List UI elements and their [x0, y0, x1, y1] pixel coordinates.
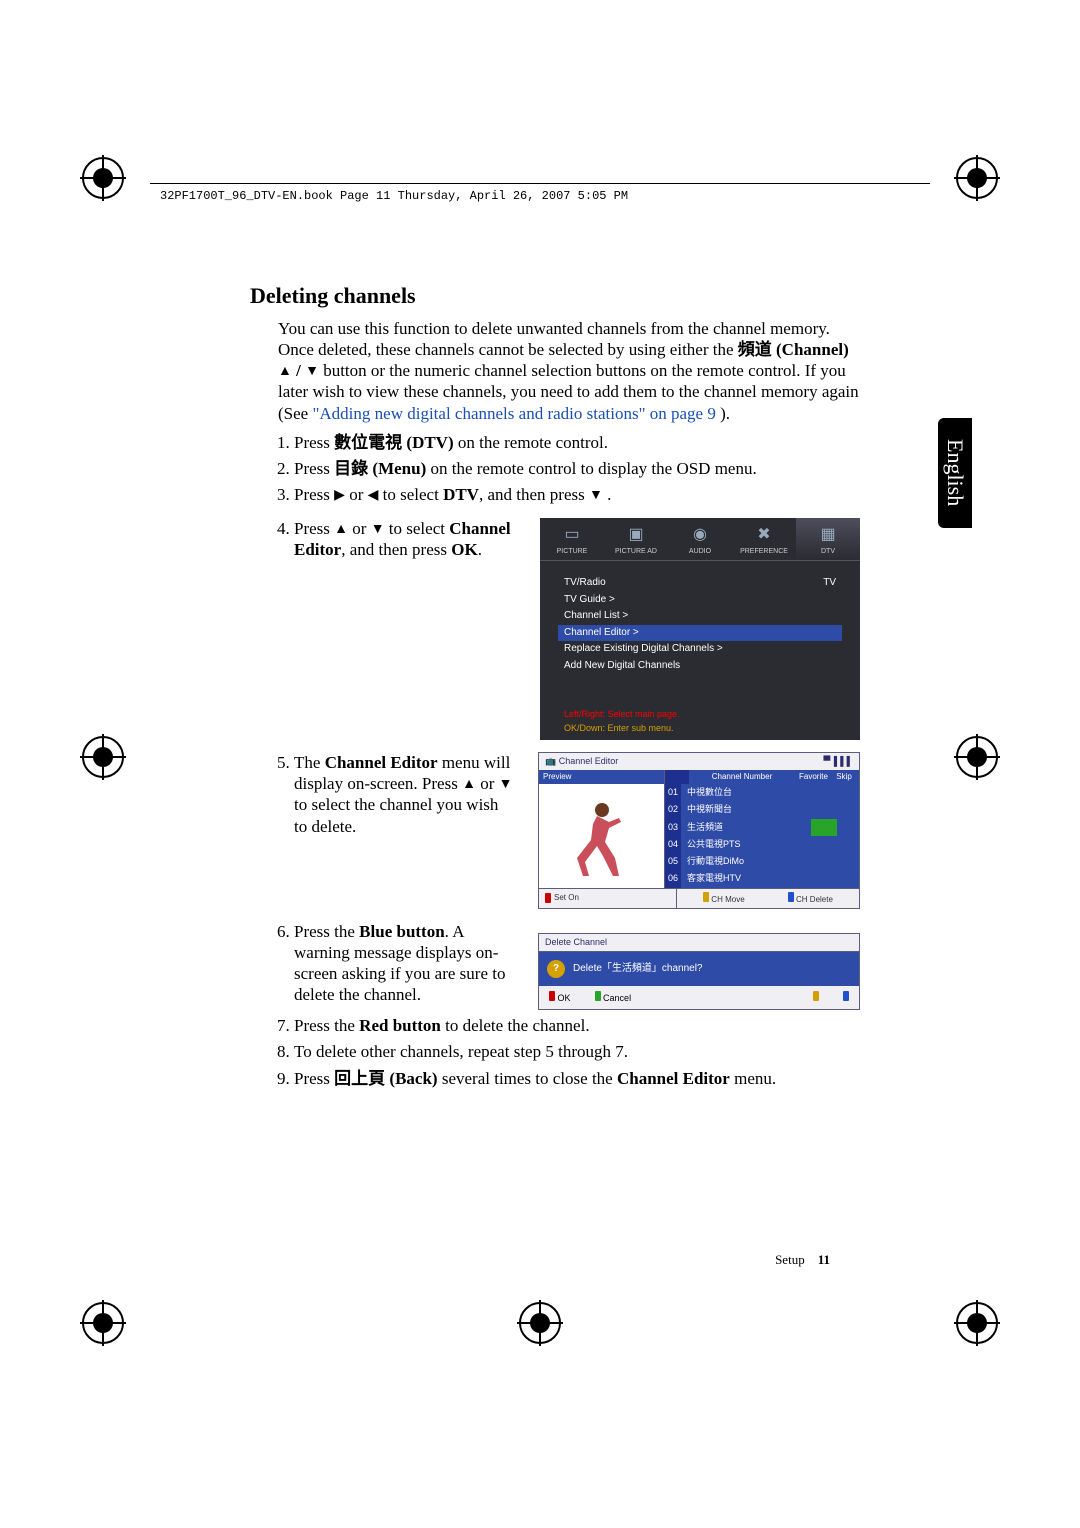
reg-mark-icon	[954, 155, 1000, 201]
osd-menu-screenshot: ▭PICTURE▣PICTURE AD◉AUDIO✖PREFERENCE▦DTV…	[540, 518, 860, 740]
arrow-down-icon: ▼	[499, 776, 513, 794]
section-title: Deleting channels	[250, 282, 860, 310]
step-7: Press the Red button to delete the chann…	[294, 1015, 860, 1036]
osd-menu-item: TV Guide >	[558, 592, 842, 609]
step-6: Press the Blue button. A warning message…	[294, 921, 860, 1011]
osd-tab: ▣PICTURE AD	[604, 518, 668, 561]
step-8: To delete other channels, repeat step 5 …	[294, 1041, 860, 1062]
content-area: Deleting channels You can use this funct…	[250, 282, 860, 1094]
osd-hint: OK/Down: Enter sub menu.	[540, 723, 860, 740]
step-4: Press ▲ or ▼ to select Channel Editor, a…	[294, 518, 860, 740]
header-rule	[150, 183, 930, 184]
osd-tab: ▭PICTURE	[540, 518, 604, 561]
blue-button-icon	[843, 991, 849, 1001]
osd-tab-icon: ▦	[798, 524, 858, 546]
osd-tab: ◉AUDIO	[668, 518, 732, 561]
osd-menu-item: Channel List >	[558, 608, 842, 625]
language-tab: English	[938, 418, 972, 528]
arrow-left-icon: ◀	[368, 487, 379, 505]
reg-mark-icon	[954, 734, 1000, 780]
osd-tab: ▦DTV	[796, 518, 860, 561]
osd-menu-item: Add New Digital Channels	[558, 658, 842, 675]
green-button-icon	[595, 991, 601, 1001]
step-9: Press 回上頁 (Back) several times to close …	[294, 1068, 860, 1089]
tv-icon: 📺	[545, 756, 556, 766]
red-button-icon	[545, 893, 551, 903]
cross-reference-link[interactable]: "Adding new digital channels and radio s…	[312, 404, 715, 423]
arrow-down-icon: ▼	[305, 363, 319, 381]
runner-icon	[567, 798, 637, 878]
osd-tab-icon: ◉	[670, 524, 730, 546]
arrow-down-icon: ▼	[371, 521, 385, 539]
reg-mark-icon	[954, 1300, 1000, 1346]
step-5: The Channel Editor menu will display on-…	[294, 752, 860, 909]
reg-mark-icon	[80, 155, 126, 201]
arrow-up-icon: ▲	[278, 363, 292, 381]
arrow-down-icon: ▼	[589, 487, 603, 505]
header-source: 32PF1700T_96_DTV-EN.book Page 11 Thursda…	[160, 189, 628, 203]
page: 32PF1700T_96_DTV-EN.book Page 11 Thursda…	[0, 0, 1080, 1528]
osd-tab: ✖PREFERENCE	[732, 518, 796, 561]
step-3: Press ▶ or ◀ to select DTV, and then pre…	[294, 484, 860, 505]
yellow-button-icon	[813, 991, 819, 1001]
osd-tab-icon: ▭	[542, 524, 602, 546]
osd-menu-item: Replace Existing Digital Channels >	[558, 641, 842, 658]
question-icon: ?	[547, 960, 565, 978]
reg-mark-icon	[80, 1300, 126, 1346]
steps-list: Press 數位電視 (DTV) on the remote control. …	[274, 432, 860, 1089]
channel-row: 05行動電視DiMo	[665, 853, 859, 870]
osd-hint: Left/Right: Select main page.	[540, 705, 860, 722]
arrow-up-icon: ▲	[462, 776, 476, 794]
yellow-button-icon	[703, 892, 709, 902]
channel-row: 06客家電視HTV	[665, 870, 859, 887]
reg-mark-icon	[517, 1300, 563, 1346]
channel-row: 02中視新聞台	[665, 801, 859, 818]
osd-tab-icon: ▣	[606, 524, 666, 546]
preview-image	[539, 784, 664, 882]
step-2: Press 目錄 (Menu) on the remote control to…	[294, 458, 860, 479]
channel-row: 04公共電視PTS	[665, 836, 859, 853]
signal-icon: ▝▘▌▌▌	[820, 756, 853, 767]
arrow-up-icon: ▲	[334, 521, 348, 539]
blue-button-icon	[788, 892, 794, 902]
osd-tab-icon: ✖	[734, 524, 794, 546]
reg-mark-icon	[80, 734, 126, 780]
delete-dialog-screenshot: Delete Channel ? Delete「生活頻道」channel? OK…	[538, 933, 860, 1011]
arrow-right-icon: ▶	[334, 487, 345, 505]
osd-menu-item: Channel Editor >	[558, 625, 842, 642]
channel-row: 03生活頻道	[665, 819, 859, 836]
osd-menu-item: TV/RadioTV	[558, 575, 842, 592]
step-1: Press 數位電視 (DTV) on the remote control.	[294, 432, 860, 453]
page-footer: Setup 11	[775, 1252, 830, 1268]
red-button-icon	[549, 991, 555, 1001]
channel-editor-screenshot: 📺 Channel Editor ▝▘▌▌▌ Preview	[538, 752, 860, 909]
intro-paragraph: You can use this function to delete unwa…	[278, 318, 860, 424]
channel-row: 01中視數位台	[665, 784, 859, 801]
